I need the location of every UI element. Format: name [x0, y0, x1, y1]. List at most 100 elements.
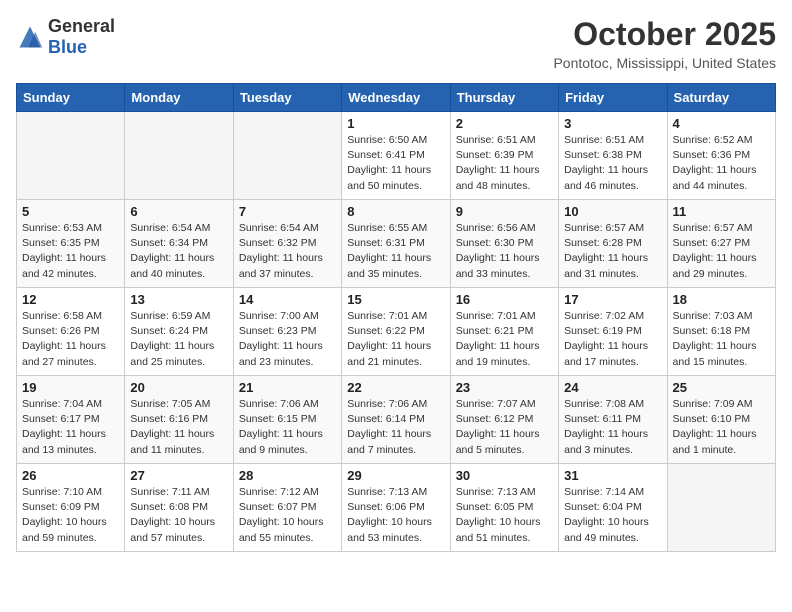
- day-number: 16: [456, 292, 553, 307]
- calendar-cell: 15 Sunrise: 7:01 AM Sunset: 6:22 PM Dayli…: [342, 288, 450, 376]
- day-info: Sunrise: 7:01 AM Sunset: 6:22 PM Dayligh…: [347, 309, 444, 370]
- calendar-cell: 3 Sunrise: 6:51 AM Sunset: 6:38 PM Daylig…: [559, 112, 667, 200]
- calendar-cell: [233, 112, 341, 200]
- day-info: Sunrise: 7:10 AM Sunset: 6:09 PM Dayligh…: [22, 485, 119, 546]
- day-info: Sunrise: 6:56 AM Sunset: 6:30 PM Dayligh…: [456, 221, 553, 282]
- day-info: Sunrise: 7:14 AM Sunset: 6:04 PM Dayligh…: [564, 485, 661, 546]
- calendar-cell: 9Sunrise: 6:56 AM Sunset: 6:30 PM Daylig…: [450, 200, 558, 288]
- day-number: 11: [673, 204, 770, 219]
- weekday-header-row: SundayMondayTuesdayWednesdayThursdayFrid…: [17, 84, 776, 112]
- day-number: 5: [22, 204, 119, 219]
- day-number: 28: [239, 468, 336, 483]
- day-info: Sunrise: 6:50 AM Sunset: 6:41 PM Dayligh…: [347, 133, 444, 194]
- calendar-table: SundayMondayTuesdayWednesdayThursdayFrid…: [16, 83, 776, 552]
- calendar-week-5: 26 Sunrise: 7:10 AM Sunset: 6:09 PM Dayli…: [17, 464, 776, 552]
- calendar-cell: 14 Sunrise: 7:00 AM Sunset: 6:23 PM Dayli…: [233, 288, 341, 376]
- day-number: 30: [456, 468, 553, 483]
- calendar-cell: 16 Sunrise: 7:01 AM Sunset: 6:21 PM Dayli…: [450, 288, 558, 376]
- day-number: 23: [456, 380, 553, 395]
- day-info: Sunrise: 6:51 AM Sunset: 6:39 PM Dayligh…: [456, 133, 553, 194]
- day-number: 21: [239, 380, 336, 395]
- calendar-cell: 2 Sunrise: 6:51 AM Sunset: 6:39 PM Daylig…: [450, 112, 558, 200]
- day-info: Sunrise: 7:07 AM Sunset: 6:12 PM Dayligh…: [456, 397, 553, 458]
- day-number: 17: [564, 292, 661, 307]
- calendar-cell: 7Sunrise: 6:54 AM Sunset: 6:32 PM Daylig…: [233, 200, 341, 288]
- calendar-cell: 19 Sunrise: 7:04 AM Sunset: 6:17 PM Dayli…: [17, 376, 125, 464]
- day-info: Sunrise: 7:06 AM Sunset: 6:14 PM Dayligh…: [347, 397, 444, 458]
- day-info: Sunrise: 6:52 AM Sunset: 6:36 PM Dayligh…: [673, 133, 770, 194]
- day-info: Sunrise: 7:13 AM Sunset: 6:06 PM Dayligh…: [347, 485, 444, 546]
- calendar-week-4: 19 Sunrise: 7:04 AM Sunset: 6:17 PM Dayli…: [17, 376, 776, 464]
- day-info: Sunrise: 7:08 AM Sunset: 6:11 PM Dayligh…: [564, 397, 661, 458]
- day-info: Sunrise: 6:57 AM Sunset: 6:28 PM Dayligh…: [564, 221, 661, 282]
- calendar-cell: 6Sunrise: 6:54 AM Sunset: 6:34 PM Daylig…: [125, 200, 233, 288]
- day-number: 24: [564, 380, 661, 395]
- day-number: 26: [22, 468, 119, 483]
- day-number: 20: [130, 380, 227, 395]
- calendar-cell: 1 Sunrise: 6:50 AM Sunset: 6:41 PM Daylig…: [342, 112, 450, 200]
- day-info: Sunrise: 7:02 AM Sunset: 6:19 PM Dayligh…: [564, 309, 661, 370]
- day-info: Sunrise: 7:05 AM Sunset: 6:16 PM Dayligh…: [130, 397, 227, 458]
- day-number: 31: [564, 468, 661, 483]
- calendar-cell: 8Sunrise: 6:55 AM Sunset: 6:31 PM Daylig…: [342, 200, 450, 288]
- day-info: Sunrise: 7:12 AM Sunset: 6:07 PM Dayligh…: [239, 485, 336, 546]
- day-info: Sunrise: 6:53 AM Sunset: 6:35 PM Dayligh…: [22, 221, 119, 282]
- calendar-cell: 25Sunrise: 7:09 AM Sunset: 6:10 PM Dayli…: [667, 376, 775, 464]
- day-info: Sunrise: 7:01 AM Sunset: 6:21 PM Dayligh…: [456, 309, 553, 370]
- weekday-header-wednesday: Wednesday: [342, 84, 450, 112]
- calendar-cell: 10 Sunrise: 6:57 AM Sunset: 6:28 PM Dayli…: [559, 200, 667, 288]
- calendar-cell: 12 Sunrise: 6:58 AM Sunset: 6:26 PM Dayli…: [17, 288, 125, 376]
- day-info: Sunrise: 6:51 AM Sunset: 6:38 PM Dayligh…: [564, 133, 661, 194]
- location: Pontotoc, Mississippi, United States: [553, 55, 776, 71]
- calendar-cell: 13Sunrise: 6:59 AM Sunset: 6:24 PM Dayli…: [125, 288, 233, 376]
- day-info: Sunrise: 7:00 AM Sunset: 6:23 PM Dayligh…: [239, 309, 336, 370]
- day-number: 13: [130, 292, 227, 307]
- logo-general: General: [48, 16, 115, 36]
- weekday-header-friday: Friday: [559, 84, 667, 112]
- day-info: Sunrise: 7:09 AM Sunset: 6:10 PM Dayligh…: [673, 397, 770, 458]
- calendar-week-3: 12 Sunrise: 6:58 AM Sunset: 6:26 PM Dayli…: [17, 288, 776, 376]
- day-info: Sunrise: 7:04 AM Sunset: 6:17 PM Dayligh…: [22, 397, 119, 458]
- calendar-cell: 29 Sunrise: 7:13 AM Sunset: 6:06 PM Dayli…: [342, 464, 450, 552]
- day-number: 4: [673, 116, 770, 131]
- calendar-cell: [17, 112, 125, 200]
- day-info: Sunrise: 7:11 AM Sunset: 6:08 PM Dayligh…: [130, 485, 227, 546]
- day-number: 19: [22, 380, 119, 395]
- day-number: 3: [564, 116, 661, 131]
- calendar-cell: 31 Sunrise: 7:14 AM Sunset: 6:04 PM Dayli…: [559, 464, 667, 552]
- day-info: Sunrise: 6:58 AM Sunset: 6:26 PM Dayligh…: [22, 309, 119, 370]
- calendar-cell: 21Sunrise: 7:06 AM Sunset: 6:15 PM Dayli…: [233, 376, 341, 464]
- calendar-cell: 18Sunrise: 7:03 AM Sunset: 6:18 PM Dayli…: [667, 288, 775, 376]
- calendar-cell: 27 Sunrise: 7:11 AM Sunset: 6:08 PM Dayli…: [125, 464, 233, 552]
- calendar-cell: 11 Sunrise: 6:57 AM Sunset: 6:27 PM Dayli…: [667, 200, 775, 288]
- day-number: 8: [347, 204, 444, 219]
- day-info: Sunrise: 6:54 AM Sunset: 6:34 PM Dayligh…: [130, 221, 227, 282]
- logo-icon: [16, 23, 44, 51]
- day-number: 7: [239, 204, 336, 219]
- calendar-cell: 4 Sunrise: 6:52 AM Sunset: 6:36 PM Daylig…: [667, 112, 775, 200]
- day-info: Sunrise: 7:13 AM Sunset: 6:05 PM Dayligh…: [456, 485, 553, 546]
- calendar-cell: [125, 112, 233, 200]
- day-info: Sunrise: 7:03 AM Sunset: 6:18 PM Dayligh…: [673, 309, 770, 370]
- day-number: 1: [347, 116, 444, 131]
- day-number: 10: [564, 204, 661, 219]
- day-number: 14: [239, 292, 336, 307]
- calendar-cell: 23 Sunrise: 7:07 AM Sunset: 6:12 PM Dayli…: [450, 376, 558, 464]
- day-number: 27: [130, 468, 227, 483]
- weekday-header-thursday: Thursday: [450, 84, 558, 112]
- calendar-cell: 26 Sunrise: 7:10 AM Sunset: 6:09 PM Dayli…: [17, 464, 125, 552]
- month-title: October 2025: [553, 16, 776, 53]
- day-number: 12: [22, 292, 119, 307]
- weekday-header-saturday: Saturday: [667, 84, 775, 112]
- weekday-header-sunday: Sunday: [17, 84, 125, 112]
- weekday-header-monday: Monday: [125, 84, 233, 112]
- day-number: 2: [456, 116, 553, 131]
- calendar-week-2: 5 Sunrise: 6:53 AM Sunset: 6:35 PM Daylig…: [17, 200, 776, 288]
- day-number: 15: [347, 292, 444, 307]
- day-number: 29: [347, 468, 444, 483]
- calendar-cell: 22 Sunrise: 7:06 AM Sunset: 6:14 PM Dayli…: [342, 376, 450, 464]
- calendar-cell: 24 Sunrise: 7:08 AM Sunset: 6:11 PM Dayli…: [559, 376, 667, 464]
- day-info: Sunrise: 6:57 AM Sunset: 6:27 PM Dayligh…: [673, 221, 770, 282]
- calendar-cell: 30 Sunrise: 7:13 AM Sunset: 6:05 PM Dayli…: [450, 464, 558, 552]
- day-number: 22: [347, 380, 444, 395]
